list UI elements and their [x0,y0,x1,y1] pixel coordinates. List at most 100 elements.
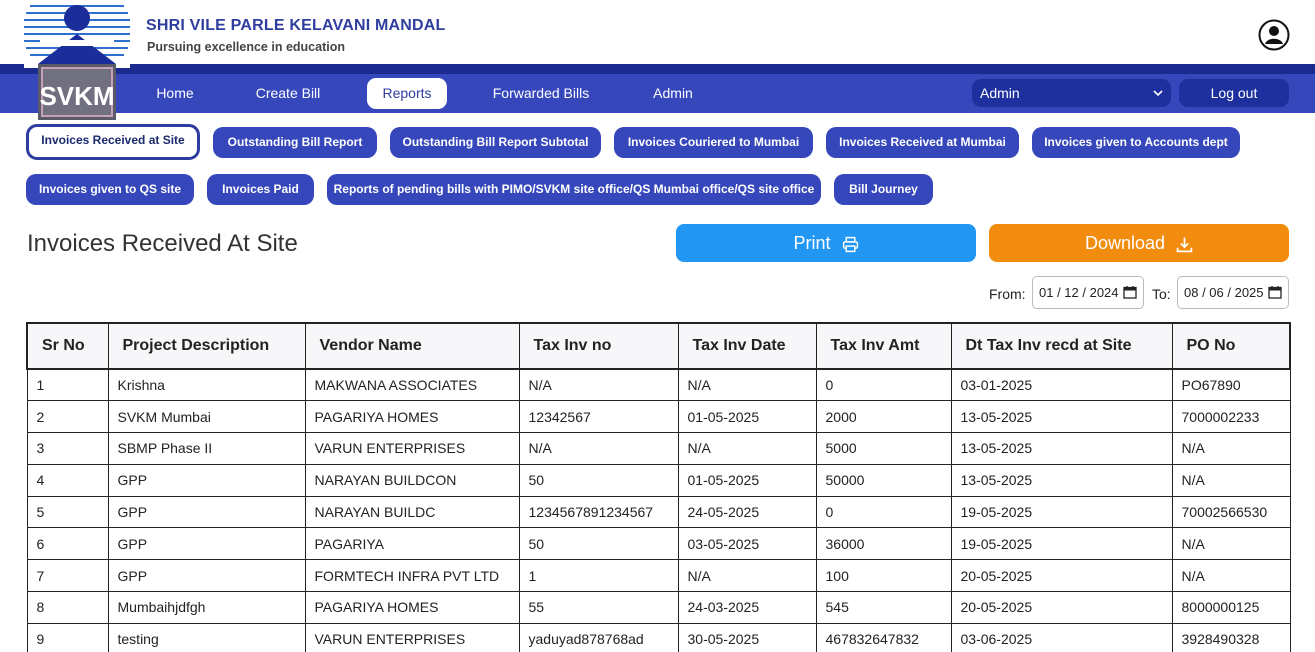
table-row: 9 testing VARUN ENTERPRISES yaduyad878768ad… [26,622,1291,652]
table-cell: GPP [107,495,306,529]
report-tab-outstanding-bill-subtotal[interactable]: Outstanding Bill Report Subtotal [390,127,601,158]
nav-reports[interactable]: Reports [367,78,447,109]
column-header: Tax Inv no [518,322,679,370]
table-cell: NARAYAN BUILDCON [304,463,520,497]
table-body: 1 Krishna MAKWANA ASSOCIATES N/A N/A 0 03-01-2… [26,368,1291,652]
logout-button[interactable]: Log out [1179,79,1289,107]
table-cell: 3 [26,432,109,465]
table-cell: 545 [815,591,952,624]
table-row: 3 SBMP Phase II VARUN ENTERPRISES N/A N/A 500… [26,432,1291,465]
report-tab-invoices-couriered-to-mumbai[interactable]: Invoices Couriered to Mumbai [614,127,813,158]
report-tab-invoices-received-at-mumbai[interactable]: Invoices Received at Mumbai [826,127,1019,158]
table-cell: 30-05-2025 [677,622,817,652]
table-cell: 7000002233 [1171,400,1291,434]
table-row: 5 GPP NARAYAN BUILDC 1234567891234567 24-05-… [26,495,1291,529]
table-cell: 0 [815,368,952,402]
nav-home[interactable]: Home [147,78,203,109]
table-cell: 20-05-2025 [950,591,1173,624]
role-select-value: Admin [980,85,1020,101]
report-tab-bill-journey[interactable]: Bill Journey [834,174,933,205]
from-date-input[interactable]: 01 / 12 / 2024 [1032,276,1144,309]
table-cell: 70002566530 [1171,495,1291,529]
table-cell: SBMP Phase II [107,432,306,465]
page-title: Invoices Received At Site [27,230,298,257]
table-cell: PAGARIYA HOMES [304,400,520,434]
table-cell: N/A [1171,463,1291,497]
report-tab-invoices-received-at-site[interactable]: Invoices Received at Site [26,124,200,160]
table-cell: 1 [26,368,109,402]
table-cell: 20-05-2025 [950,559,1173,593]
table-row: 8 Mumbaihjdfgh PAGARIYA HOMES 55 24-03-2025 5… [26,591,1291,624]
table-cell: Mumbaihjdfgh [107,591,306,624]
table-cell: 50 [518,463,679,497]
table-row: 4 GPP NARAYAN BUILDCON 50 01-05-2025 50000 13-… [26,463,1291,497]
to-label: To: [1152,286,1171,302]
role-select[interactable]: Admin [972,79,1171,107]
column-header: Dt Tax Inv recd at Site [950,322,1173,370]
nav-forwarded-bills[interactable]: Forwarded Bills [486,78,596,109]
table-cell: MAKWANA ASSOCIATES [304,368,520,402]
table-cell: 3928490328 [1171,622,1291,652]
calendar-icon[interactable] [1123,285,1137,299]
invoices-table: Sr No Project Description Vendor Name Ta… [26,322,1291,652]
table-header-row: Sr No Project Description Vendor Name Ta… [26,322,1291,370]
table-cell: yaduyad878768ad [518,622,679,652]
user-profile-icon[interactable] [1258,19,1290,51]
org-tagline: Pursuing excellence in education [147,40,345,54]
table-cell: N/A [1171,527,1291,561]
table-cell: N/A [677,368,817,402]
table-cell: 13-05-2025 [950,432,1173,465]
calendar-icon[interactable] [1268,285,1282,299]
table-cell: N/A [1171,559,1291,593]
print-button[interactable]: Print [676,224,976,262]
table-row: 7 GPP FORMTECH INFRA PVT LTD 1 N/A 100 20-05-2… [26,559,1291,593]
column-header: Vendor Name [304,322,520,370]
table-cell: 19-05-2025 [950,527,1173,561]
table-cell: PAGARIYA [304,527,520,561]
svkm-logo: SVKM [24,0,130,120]
table-cell: 01-05-2025 [677,400,817,434]
table-cell: GPP [107,559,306,593]
report-tab-invoices-given-to-qs-site[interactable]: Invoices given to QS site [26,174,194,205]
report-tab-pending-bills[interactable]: Reports of pending bills with PIMO/SVKM … [327,174,821,205]
printer-icon [842,236,858,252]
table-cell: PO67890 [1171,368,1291,402]
report-tab-invoices-given-to-accounts[interactable]: Invoices given to Accounts dept [1032,127,1240,158]
table-cell: VARUN ENTERPRISES [304,432,520,465]
table-cell: 03-05-2025 [677,527,817,561]
column-header: Project Description [107,322,306,370]
table-cell: 13-05-2025 [950,400,1173,434]
to-date-input[interactable]: 08 / 06 / 2025 [1177,276,1289,309]
column-header: Tax Inv Date [677,322,817,370]
download-button[interactable]: Download [989,224,1289,262]
report-tab-outstanding-bill-report[interactable]: Outstanding Bill Report [213,127,377,158]
table-cell: 12342567 [518,400,679,434]
table-cell: 1234567891234567 [518,495,679,529]
table-cell: 36000 [815,527,952,561]
report-tab-invoices-paid[interactable]: Invoices Paid [207,174,314,205]
table-cell: 50000 [815,463,952,497]
table-cell: 8 [26,591,109,624]
table-cell: 0 [815,495,952,529]
table-cell: N/A [518,432,679,465]
download-icon [1176,237,1193,253]
table-cell: 03-06-2025 [950,622,1173,652]
table-cell: N/A [677,559,817,593]
table-cell: PAGARIYA HOMES [304,591,520,624]
table-cell: NARAYAN BUILDC [304,495,520,529]
table-cell: 1 [518,559,679,593]
nav-admin[interactable]: Admin [645,78,701,109]
table-cell: 467832647832 [815,622,952,652]
table-cell: 55 [518,591,679,624]
column-header: Sr No [26,322,109,370]
table-cell: 01-05-2025 [677,463,817,497]
table-cell: 13-05-2025 [950,463,1173,497]
to-date-value: 08 / 06 / 2025 [1184,285,1264,300]
table-cell: N/A [518,368,679,402]
table-cell: N/A [677,432,817,465]
table-cell: GPP [107,463,306,497]
download-button-label: Download [1084,233,1166,253]
from-date-value: 01 / 12 / 2024 [1039,285,1119,300]
nav-create-bill[interactable]: Create Bill [250,78,326,109]
table-row: 2 SVKM Mumbai PAGARIYA HOMES 12342567 01-05-… [26,400,1291,434]
